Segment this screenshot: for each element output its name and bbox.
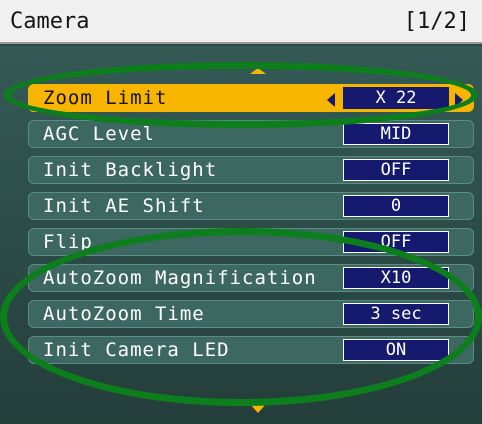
menu-title: Camera	[10, 8, 90, 34]
decrease-arrow-icon[interactable]	[327, 93, 335, 107]
menu-item-zoom-limit[interactable]: Zoom Limit X 22	[28, 84, 474, 112]
menu-item-value[interactable]: OFF	[343, 231, 449, 253]
menu-item-label: AutoZoom Magnification	[43, 267, 317, 289]
menu-item-value[interactable]: MID	[343, 123, 449, 145]
menu-item-flip[interactable]: Flip OFF	[28, 228, 474, 256]
menu-item-label: Init Backlight	[43, 159, 218, 181]
menu-item-label: Init Camera LED	[43, 339, 230, 361]
menu-item-value[interactable]: 3 sec	[343, 303, 449, 325]
menu-item-value[interactable]: OFF	[343, 159, 449, 181]
page-indicator: [1/2]	[403, 8, 470, 34]
menu-panel: Zoom Limit X 22 AGC Level MID Init Backl…	[0, 46, 482, 424]
menu-item-value[interactable]: X10	[343, 267, 449, 289]
menu-item-agc-level[interactable]: AGC Level MID	[28, 120, 474, 148]
menu-item-init-ae-shift[interactable]: Init AE Shift 0	[28, 192, 474, 220]
menu-item-label: AutoZoom Time	[43, 303, 205, 325]
title-bar: Camera [1/2]	[0, 0, 482, 44]
menu-item-init-backlight[interactable]: Init Backlight OFF	[28, 156, 474, 184]
menu-item-label: Zoom Limit	[43, 87, 168, 109]
menu-item-autozoom-time[interactable]: AutoZoom Time 3 sec	[28, 300, 474, 328]
menu-item-autozoom-magnification[interactable]: AutoZoom Magnification X10	[28, 264, 474, 292]
menu-item-label: AGC Level	[43, 123, 155, 145]
scroll-up-icon[interactable]	[250, 68, 266, 74]
menu-item-value[interactable]: ON	[343, 339, 449, 361]
menu-item-label: Init AE Shift	[43, 195, 205, 217]
menu-item-value[interactable]: 0	[343, 195, 449, 217]
menu-item-label: Flip	[43, 231, 93, 253]
menu-item-value[interactable]: X 22	[343, 87, 449, 109]
menu-item-init-camera-led[interactable]: Init Camera LED ON	[28, 336, 474, 364]
increase-arrow-icon[interactable]	[455, 93, 463, 107]
scroll-down-icon[interactable]	[250, 404, 266, 413]
